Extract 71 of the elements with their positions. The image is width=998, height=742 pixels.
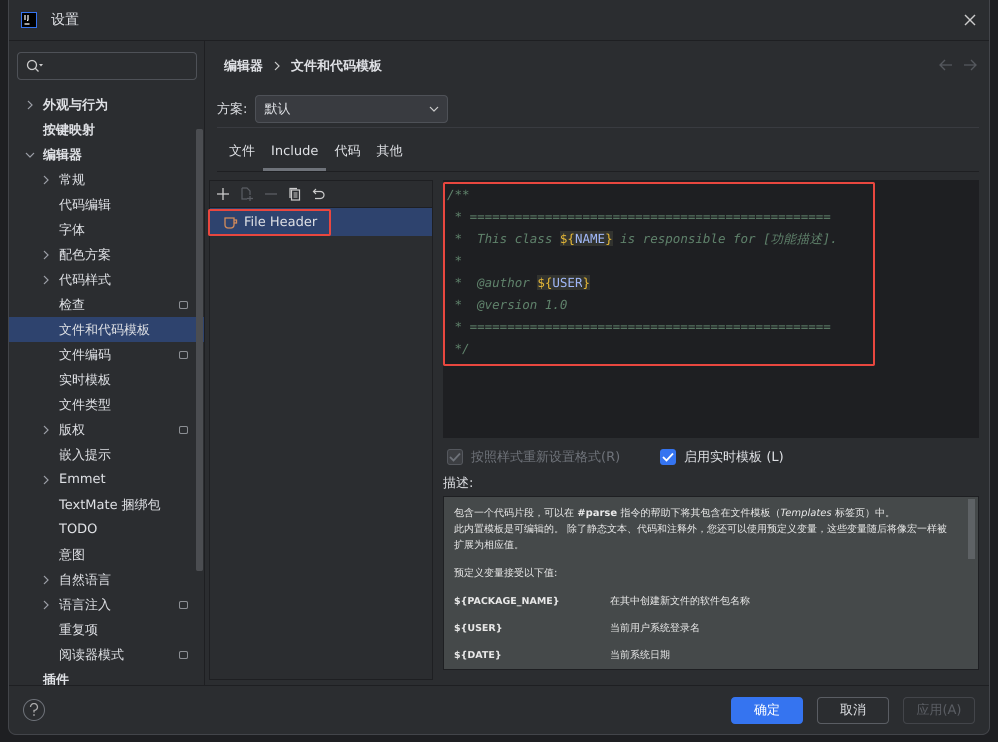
tree-item[interactable]: 代码样式 (9, 267, 204, 292)
tree-item[interactable]: 配色方案 (9, 242, 204, 267)
add-icon[interactable] (216, 187, 230, 201)
description-text: 包含一个代码片段，可以在 #parse 指令的帮助下将其包含在文件模板（Templates 标签页）中。 (454, 506, 896, 521)
copy-icon[interactable] (288, 187, 302, 201)
tree-item[interactable]: 文件类型 (9, 392, 204, 417)
dialog-button[interactable]: 确定 (731, 696, 803, 724)
tree-item[interactable]: 实时模板 (9, 367, 204, 392)
checkbox[interactable]: 启用实时模板 (L) (660, 448, 784, 466)
chevron-down-icon[interactable] (25, 150, 35, 160)
variable-description: 当前系统日期 (610, 648, 671, 663)
tree-item[interactable]: 文件编码 (9, 342, 204, 367)
help-icon[interactable] (23, 699, 45, 721)
chevron-right-icon[interactable] (41, 274, 51, 284)
tree-item[interactable]: 编辑器 (9, 142, 204, 167)
breadcrumb-item: 编辑器 (224, 58, 263, 75)
chevron-right-icon[interactable] (41, 250, 51, 260)
chevron-right-icon[interactable] (41, 574, 51, 584)
tree-item[interactable]: Emmet (9, 467, 204, 492)
dialog-button[interactable]: 取消 (817, 696, 889, 724)
tree-item[interactable]: 检查 (9, 292, 204, 317)
variable-name: ${PACKAGE_NAME} (454, 595, 561, 609)
tree-item[interactable]: 语言注入 (9, 592, 204, 617)
tab[interactable]: 文件 (221, 136, 263, 171)
tab[interactable]: 代码 (326, 136, 368, 171)
tree-item[interactable]: TextMate 捆绑包 (9, 492, 204, 517)
chevron-right-icon[interactable] (41, 600, 51, 610)
tree-item[interactable]: 意图 (9, 542, 204, 567)
scrollbar-thumb[interactable] (968, 499, 975, 559)
checkmark-icon (662, 452, 674, 462)
tree-item[interactable]: 嵌入提示 (9, 442, 204, 467)
undo-icon[interactable] (312, 187, 326, 201)
app-logo-icon (21, 12, 37, 28)
chevron-down-icon (429, 106, 440, 112)
variable-description: 在其中创建新文件的软件包名称 (610, 594, 751, 609)
checkmark-icon (449, 452, 461, 462)
tree-item[interactable]: 文件和代码模板 (9, 317, 204, 342)
tab[interactable]: 其他 (368, 136, 410, 171)
tree-item[interactable]: 常规 (9, 167, 204, 192)
tree-item[interactable]: 代码编辑 (9, 192, 204, 217)
variable-name: ${DATE} (454, 649, 503, 663)
tree-item[interactable]: 版权 (9, 417, 204, 442)
tree-item[interactable]: 自然语言 (9, 567, 204, 592)
chevron-right-icon[interactable] (41, 474, 51, 484)
breadcrumb-item: 文件和代码模板 (291, 58, 382, 75)
search-field[interactable] (17, 52, 197, 80)
chevron-right-icon[interactable] (41, 174, 51, 184)
tree-item[interactable]: 按键映射 (9, 117, 204, 142)
variable-description: 当前用户系统登录名 (610, 622, 701, 636)
tree-item[interactable]: 阅读器模式 (9, 642, 204, 667)
tree-item[interactable]: 外观与行为 (9, 92, 204, 117)
scrollbar-thumb[interactable] (196, 129, 203, 571)
code-text: /** * ================================================ * This class ${NAME} is responsible for [功能描述]. * * @author ${USER} * @version 1.0 * ================================================ */ (443, 182, 875, 366)
scheme-label: 方案: (217, 101, 248, 118)
chevron-right-icon (273, 61, 281, 71)
tab[interactable]: Include (263, 136, 326, 171)
description-text: 预定义变量接受以下值: (454, 566, 558, 581)
chevron-right-icon[interactable] (25, 100, 35, 110)
code-editor[interactable]: /** * ================================================ * This class ${NAME} is responsible for [功能描述]. * * @author ${USER} * @version 1.0 * ================================================ */ (443, 180, 979, 438)
description-text: 此内置模板是可编辑的。 除了静态文本、代码和注释外，您还可以使用预定义变量，这些变量随后将像宏一样被扩展为相应值。 (454, 522, 948, 553)
tree-item[interactable]: 重复项 (9, 617, 204, 642)
tree-item[interactable]: 字体 (9, 217, 204, 242)
search-icon (26, 59, 44, 73)
window-title: 设置 (51, 11, 80, 29)
scheme-dropdown[interactable]: 默认 (255, 95, 448, 123)
variable-name: ${USER} (454, 622, 504, 636)
tree-item[interactable]: TODO (9, 517, 204, 542)
description-label: 描述: (443, 475, 474, 492)
close-icon[interactable] (963, 13, 977, 27)
cup-icon (224, 216, 238, 228)
chevron-right-icon[interactable] (41, 424, 51, 434)
